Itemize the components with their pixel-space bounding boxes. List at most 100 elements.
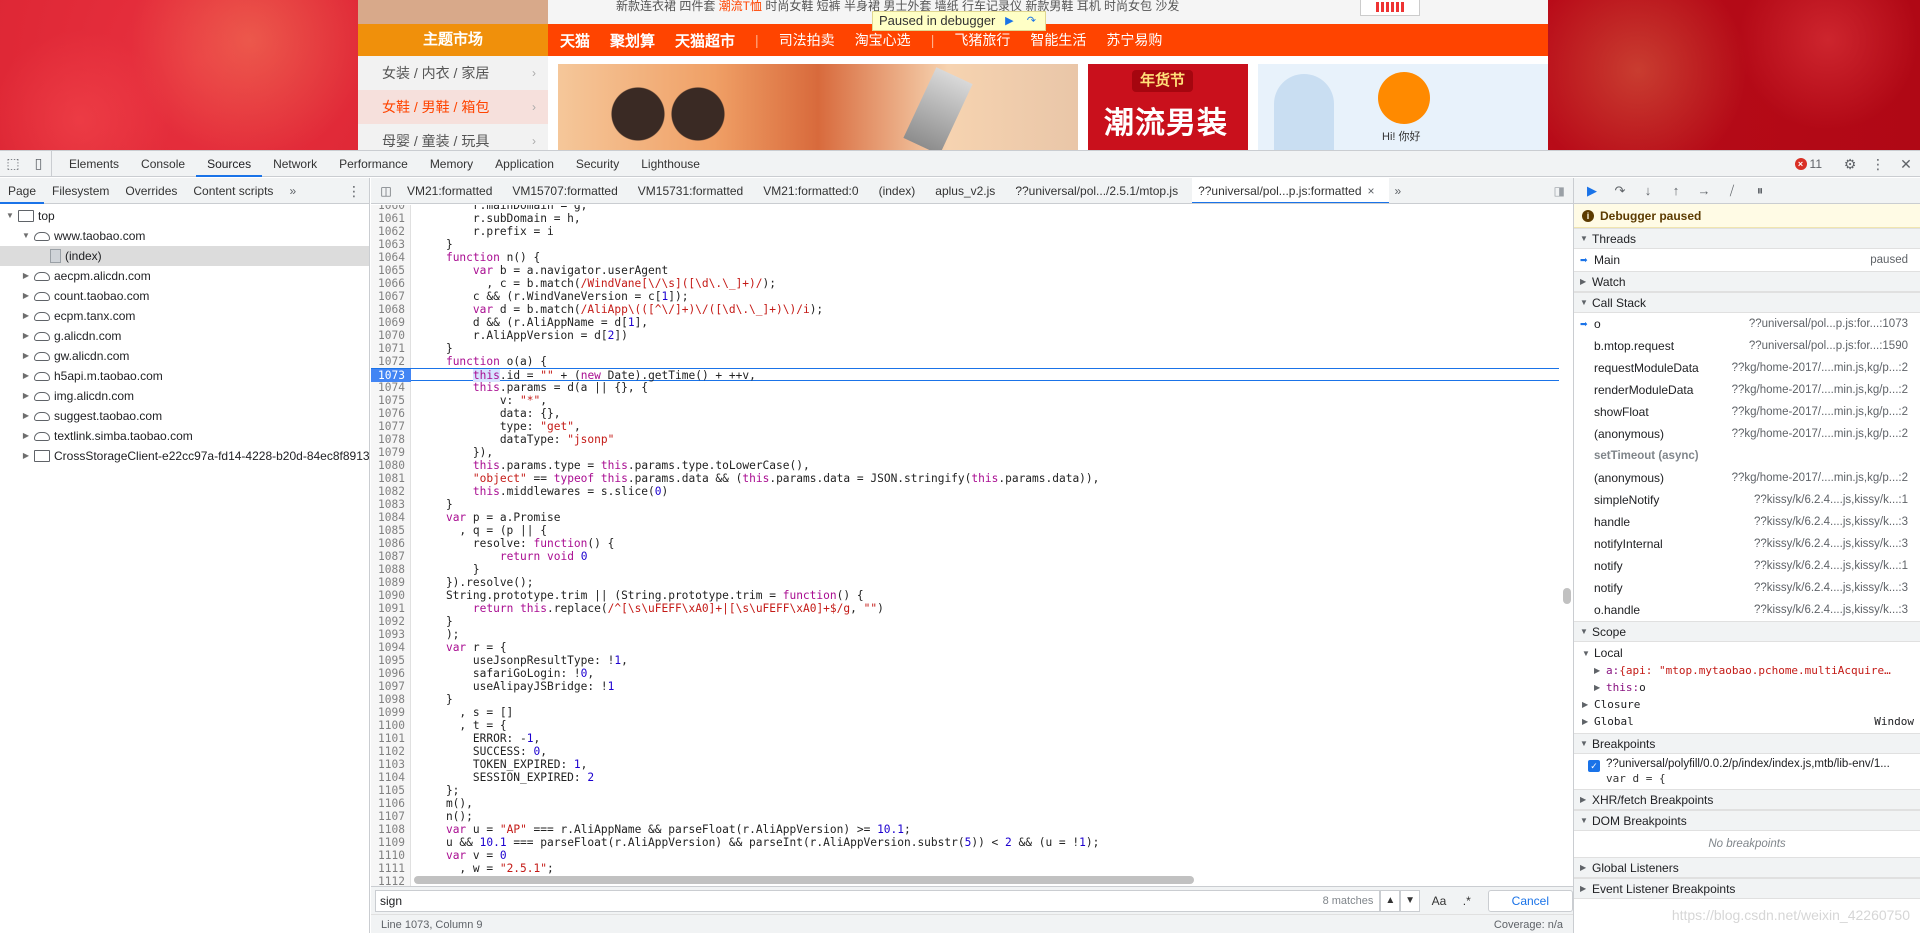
code-line[interactable]: 1060 r.mainDomain = g, xyxy=(371,205,1559,212)
tree-item[interactable]: ▼ www.taobao.com xyxy=(0,226,369,246)
tree-item[interactable]: (index) xyxy=(0,246,369,266)
navigator-tab-filesystem[interactable]: Filesystem xyxy=(44,178,117,204)
scope-closure[interactable]: ▶ Closure xyxy=(1574,696,1920,713)
call-frame[interactable]: handle ??kissy/k/6.2.4....js,kissy/k...:3 xyxy=(1574,511,1920,533)
nav-link[interactable]: 飞猪旅行 xyxy=(954,30,1010,50)
frame-location[interactable]: ??kissy/k/6.2.4....js,kissy/k...:1 xyxy=(1754,489,1908,511)
close-tab-icon[interactable]: × xyxy=(1368,184,1375,198)
call-frame[interactable]: simpleNotify ??kissy/k/6.2.4....js,kissy/… xyxy=(1574,489,1920,511)
code-line[interactable]: 1083 } xyxy=(371,498,1559,511)
navigator-menu-icon[interactable]: ⋮ xyxy=(347,178,361,204)
toggle-navigator-icon[interactable]: ◫ xyxy=(371,184,401,198)
category-item[interactable]: 女鞋 / 男鞋 / 箱包 xyxy=(358,90,548,124)
line-number[interactable]: 1066 xyxy=(371,277,411,290)
code-line[interactable]: 1088 } xyxy=(371,563,1559,576)
frame-location[interactable]: ??universal/pol...p.js:for...:1590 xyxy=(1749,335,1908,357)
line-number[interactable]: 1100 xyxy=(371,719,411,732)
promo-banner-fashion[interactable] xyxy=(558,64,1078,150)
nav-link[interactable]: 司法拍卖 xyxy=(779,30,835,50)
close-devtools-icon[interactable]: ✕ xyxy=(1892,151,1920,177)
step-into-icon[interactable]: ↓ xyxy=(1634,178,1662,204)
line-number[interactable]: 1078 xyxy=(371,433,411,446)
call-frame[interactable]: ➡ o ??universal/pol...p.js:for...:1073 xyxy=(1574,313,1920,335)
nav-link[interactable]: 聚划算 xyxy=(610,30,655,51)
line-number[interactable]: 1104 xyxy=(371,771,411,784)
breakpoints-section-header[interactable]: ▼ Breakpoints xyxy=(1574,733,1920,754)
code-line[interactable]: 1085 , q = (p || { xyxy=(371,524,1559,537)
line-number[interactable]: 1110 xyxy=(371,849,411,862)
xhr-breakpoints-section-header[interactable]: ▶ XHR/fetch Breakpoints xyxy=(1574,789,1920,810)
tree-item[interactable]: ▶ h5api.m.taobao.com xyxy=(0,366,369,386)
line-number[interactable]: 1093 xyxy=(371,628,411,641)
code-line[interactable]: 1075 v: "*", xyxy=(371,394,1559,407)
collapsed-arrow-icon[interactable]: ▶ xyxy=(20,286,32,306)
line-number[interactable]: 1089 xyxy=(371,576,411,589)
code-line[interactable]: 1090 String.prototype.trim || (String.pr… xyxy=(371,589,1559,602)
code-line[interactable]: 1081 "object" == typeof this.params.data… xyxy=(371,472,1559,485)
devtools-tab-console[interactable]: Console xyxy=(130,151,196,177)
line-number[interactable]: 1099 xyxy=(371,706,411,719)
nav-link[interactable]: 天猫 xyxy=(560,30,590,51)
line-number[interactable]: 1075 xyxy=(371,394,411,407)
global-listeners-section-header[interactable]: ▶ Global Listeners xyxy=(1574,857,1920,878)
code-line[interactable]: 1089 }).resolve(); xyxy=(371,576,1559,589)
device-toolbar-icon[interactable]: ▯ xyxy=(26,150,52,177)
frame-location[interactable]: ??kg/home-2017/....min.js,kg/p...:2 xyxy=(1732,467,1908,489)
devtools-tab-memory[interactable]: Memory xyxy=(419,151,484,177)
inspect-element-icon[interactable]: ⬚ xyxy=(0,151,26,177)
more-options-icon[interactable]: ⋮ xyxy=(1864,151,1892,177)
code-line[interactable]: 1061 r.subDomain = h, xyxy=(371,212,1559,225)
collapsed-arrow-icon[interactable]: ▶ xyxy=(20,406,32,426)
devtools-tab-performance[interactable]: Performance xyxy=(328,151,419,177)
scope-section-header[interactable]: ▼ Scope xyxy=(1574,621,1920,642)
code-line[interactable]: 1110 var v = 0 xyxy=(371,849,1559,862)
call-frame[interactable]: notifyInternal ??kissy/k/6.2.4....js,kiss… xyxy=(1574,533,1920,555)
code-line[interactable]: 1109 u && 10.1 === parseFloat(r.AliAppVe… xyxy=(371,836,1559,849)
file-tab[interactable]: ??universal/pol.../2.5.1/mtop.js xyxy=(1009,178,1192,203)
line-number[interactable]: 1096 xyxy=(371,667,411,680)
code-line[interactable]: 1067 c && (r.WindVaneVersion = c[1]); xyxy=(371,290,1559,303)
nav-link[interactable]: 淘宝心选 xyxy=(855,30,911,50)
code-line[interactable]: 1097 useAlipayJSBridge: !1 xyxy=(371,680,1559,693)
call-frame[interactable]: notify ??kissy/k/6.2.4....js,kissy/k...:3 xyxy=(1574,577,1920,599)
line-number[interactable]: 1082 xyxy=(371,485,411,498)
tree-item[interactable]: ▶ g.alicdn.com xyxy=(0,326,369,346)
line-number[interactable]: 1072 xyxy=(371,355,411,368)
code-line[interactable]: 1076 data: {}, xyxy=(371,407,1559,420)
code-line[interactable]: 1092 } xyxy=(371,615,1559,628)
horizontal-scrollbar[interactable] xyxy=(414,876,1194,884)
line-number[interactable]: 1097 xyxy=(371,680,411,693)
code-line[interactable]: 1091 return this.replace(/^[\s\uFEFF\xA0… xyxy=(371,602,1559,615)
nav-link[interactable]: 智能生活 xyxy=(1030,30,1086,50)
frame-location[interactable]: ??kissy/k/6.2.4....js,kissy/k...:3 xyxy=(1754,511,1908,533)
event-listener-breakpoints-section-header[interactable]: ▶ Event Listener Breakpoints xyxy=(1574,878,1920,899)
toggle-debugger-sidebar-icon[interactable]: ◨ xyxy=(1554,178,1565,203)
code-line[interactable]: 1084 var p = a.Promise xyxy=(371,511,1559,524)
code-line[interactable]: 1096 safariGoLogin: !0, xyxy=(371,667,1559,680)
scope-var-a[interactable]: ▶ a: {api: "mtop.mytaobao.pchome.multiAcq… xyxy=(1574,662,1920,679)
qr-code-box[interactable] xyxy=(1360,0,1420,16)
collapsed-arrow-icon[interactable]: ▶ xyxy=(20,386,32,406)
frame-location[interactable]: ??kissy/k/6.2.4....js,kissy/k...:3 xyxy=(1754,577,1908,599)
tree-item[interactable]: ▶ textlink.simba.taobao.com xyxy=(0,426,369,446)
line-number[interactable]: 1092 xyxy=(371,615,411,628)
file-tab[interactable]: VM21:formatted xyxy=(401,178,506,203)
code-line[interactable]: 1078 dataType: "jsonp" xyxy=(371,433,1559,446)
code-line[interactable]: 1108 var u = "AP" === r.AliAppName && pa… xyxy=(371,823,1559,836)
line-number[interactable]: 1085 xyxy=(371,524,411,537)
line-number[interactable]: 1080 xyxy=(371,459,411,472)
vertical-scrollbar[interactable] xyxy=(1563,588,1571,604)
line-number[interactable]: 1063 xyxy=(371,238,411,251)
collapsed-arrow-icon[interactable]: ▶ xyxy=(20,446,32,466)
code-line[interactable]: 1106 m(), xyxy=(371,797,1559,810)
next-match-button[interactable]: ▼ xyxy=(1400,889,1421,912)
frame-location[interactable]: ??kg/home-2017/....min.js,kg/p...:2 xyxy=(1732,379,1908,401)
code-line[interactable]: 1069 d && (r.AliAppName = d[1], xyxy=(371,316,1559,329)
line-number[interactable]: 1083 xyxy=(371,498,411,511)
tree-item[interactable]: ▶ gw.alicdn.com xyxy=(0,346,369,366)
frame-location[interactable]: ??kissy/k/6.2.4....js,kissy/k...:1 xyxy=(1754,555,1908,577)
line-number[interactable]: 1087 xyxy=(371,550,411,563)
breakpoint-checkbox[interactable]: ✓ xyxy=(1588,760,1600,772)
code-line[interactable]: 1111 , w = "2.5.1"; xyxy=(371,862,1559,875)
line-number[interactable]: 1084 xyxy=(371,511,411,524)
